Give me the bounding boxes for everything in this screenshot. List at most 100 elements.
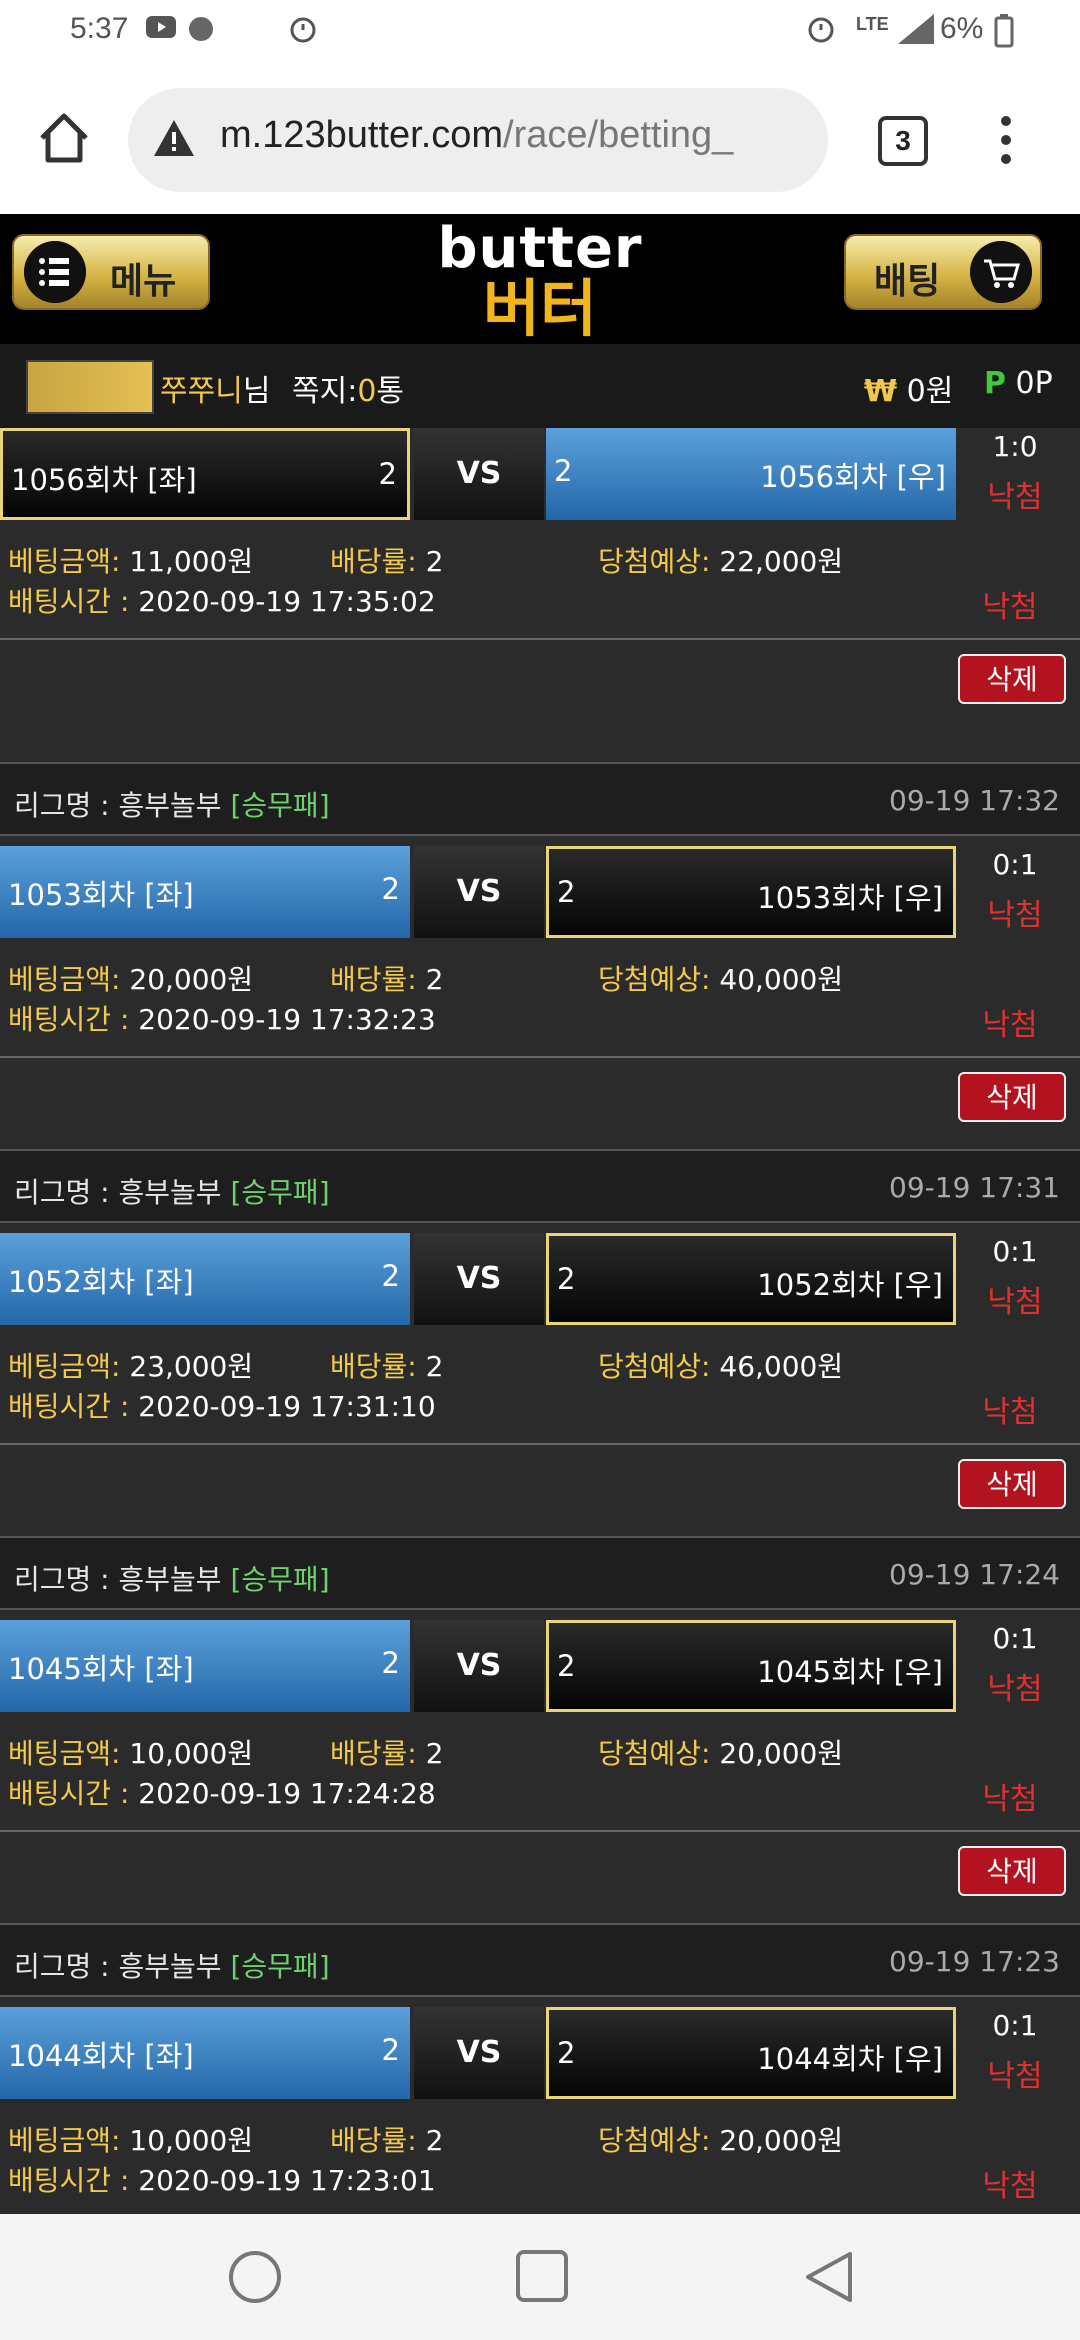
vs-label: VS — [414, 846, 544, 938]
match-score: 1:0 — [992, 430, 1038, 463]
expected-value: 22,000원 — [719, 545, 844, 578]
match-result: 낙첨 — [987, 480, 1043, 515]
team-name: 1045회차 [우] — [757, 1655, 943, 1689]
expected-label: 당첨예상: — [598, 963, 711, 996]
league-type: [승무패] — [230, 1563, 330, 1596]
app-notification-icon — [189, 17, 213, 41]
address-bar[interactable]: m.123butter.com/race/betting_ — [128, 88, 828, 192]
betting-cart-button[interactable]: 배팅 — [844, 234, 1042, 310]
odds-label: 배당률: — [330, 545, 417, 578]
bet-amount: 베팅금액: 10,000원 — [8, 1732, 253, 1772]
game-time: 09-19 17:23 — [889, 1945, 1060, 1978]
browser-toolbar: m.123butter.com/race/betting_ 3 — [0, 64, 1080, 214]
expected-win: 당첨예상: 20,000원 — [598, 1732, 843, 1772]
menu-button[interactable]: 메뉴 — [12, 234, 210, 310]
bet-amount-value: 20,000원 — [129, 963, 254, 996]
bet-odds: 배당률: 2 — [330, 1345, 443, 1385]
bet-amount-value: 10,000원 — [129, 2124, 254, 2157]
league-label: 리그명 : — [14, 789, 110, 822]
delete-button[interactable]: 삭제 — [958, 1459, 1066, 1509]
tab-switcher-button[interactable]: 3 — [878, 116, 928, 166]
left-team[interactable]: 1056회차 [좌] 2 — [0, 428, 410, 520]
league-row: 리그명 : 흥부놀부 [승무패] 09-19 17:32 — [0, 762, 1080, 836]
delete-button[interactable]: 삭제 — [958, 654, 1066, 704]
bet-status: 낙첨 — [982, 1395, 1038, 1430]
user-info-bar: 쭈쭈니님 쪽지:0통 ₩ 0원 P 0P — [0, 344, 1080, 428]
points-value: 0P — [1015, 366, 1053, 401]
league-name-value: 흥부놀부 — [118, 1563, 222, 1596]
recents-circle-icon[interactable] — [226, 2248, 284, 2306]
odds-label: 배당률: — [330, 963, 417, 996]
odds-label: 배당률: — [330, 2124, 417, 2157]
logo-korean: 버터 — [482, 272, 598, 345]
bet-status: 낙첨 — [982, 1008, 1038, 1043]
expected-label: 당첨예상: — [598, 545, 711, 578]
left-team[interactable]: 1053회차 [좌] 2 — [0, 846, 410, 938]
home-square-icon[interactable] — [514, 2248, 570, 2304]
network-type: LTE — [856, 14, 889, 34]
bet-amount: 베팅금액: 10,000원 — [8, 2119, 253, 2159]
alarm-icon — [290, 17, 316, 43]
left-team[interactable]: 1052회차 [좌] 2 — [0, 1233, 410, 1325]
delete-button[interactable]: 삭제 — [958, 1072, 1066, 1122]
url-host: m.123butter.com — [220, 114, 504, 156]
league-label: 리그명 : — [14, 1563, 110, 1596]
delete-row: 삭제 — [0, 1445, 1080, 1521]
bet-time: 배팅시간 : 2020-09-19 17:32:23 — [8, 998, 436, 1038]
message-count[interactable]: 쪽지:0통 — [292, 366, 404, 410]
league-name-value: 흥부놀부 — [118, 1950, 222, 1983]
message-number: 0 — [357, 374, 377, 409]
right-team[interactable]: 2 1044회차 [우] — [546, 2007, 956, 2099]
league-name: 리그명 : 흥부놀부 [승무패] — [14, 1945, 330, 1985]
left-team[interactable]: 1045회차 [좌] 2 — [0, 1620, 410, 1712]
home-icon[interactable] — [34, 108, 94, 168]
game-time: 09-19 17:31 — [889, 1171, 1060, 1204]
odds-value: 2 — [425, 2124, 444, 2157]
team-odds: 2 — [557, 875, 576, 909]
user-level-badge — [26, 360, 154, 414]
right-team[interactable]: 2 1045회차 [우] — [546, 1620, 956, 1712]
bet-status: 낙첨 — [982, 2169, 1038, 2204]
match-row: 1053회차 [좌] 2 VS 2 1053회차 [우] 0:1 낙첨 — [0, 846, 1080, 938]
bet-time-value: 2020-09-19 17:24:28 — [138, 1777, 436, 1810]
bet-amount: 베팅금액: 23,000원 — [8, 1345, 253, 1385]
match-score: 0:1 — [992, 1235, 1038, 1268]
league-name: 리그명 : 흥부놀부 [승무패] — [14, 1171, 330, 1211]
url-path: /race/betting_ — [503, 114, 734, 156]
match-score: 0:1 — [992, 848, 1038, 881]
right-team[interactable]: 2 1052회차 [우] — [546, 1233, 956, 1325]
battery-icon — [994, 14, 1014, 48]
odds-value: 2 — [425, 545, 444, 578]
bet-status: 낙첨 — [982, 590, 1038, 625]
bet-time: 배팅시간 : 2020-09-19 17:31:10 — [8, 1385, 436, 1425]
left-team[interactable]: 1044회차 [좌] 2 — [0, 2007, 410, 2099]
team-odds: 2 — [378, 457, 397, 491]
more-menu-icon[interactable] — [998, 116, 1014, 166]
signal-icon — [898, 14, 934, 44]
team-name: 1044회차 [좌] — [8, 2039, 194, 2073]
battery-percent: 6% — [940, 12, 984, 45]
right-team[interactable]: 2 1056회차 [우] — [546, 428, 956, 520]
site-logo[interactable]: butter 버터 — [420, 220, 660, 340]
team-name: 1053회차 [좌] — [8, 878, 194, 912]
team-odds: 2 — [381, 1259, 400, 1293]
match-score: 0:1 — [992, 2009, 1038, 2042]
bet-time-value: 2020-09-19 17:35:02 — [138, 585, 436, 618]
won-icon: ₩ — [864, 374, 898, 409]
bet-odds: 배당률: 2 — [330, 540, 443, 580]
league-name: 리그명 : 흥부놀부 [승무패] — [14, 784, 330, 824]
back-icon[interactable] — [800, 2248, 860, 2306]
username[interactable]: 쭈쭈니님 — [160, 366, 270, 410]
bet-time-label: 배팅시간 : — [8, 2164, 130, 2197]
cart-icon — [970, 241, 1032, 303]
right-team[interactable]: 2 1053회차 [우] — [546, 846, 956, 938]
bet-amount-label: 베팅금액: — [8, 545, 121, 578]
clock: 5:37 — [70, 12, 129, 45]
expected-win: 당첨예상: 22,000원 — [598, 540, 843, 580]
game-time: 09-19 17:24 — [889, 1558, 1060, 1591]
delete-button[interactable]: 삭제 — [958, 1846, 1066, 1896]
vs-label: VS — [414, 2007, 544, 2099]
username-value: 쭈쭈니 — [160, 374, 243, 409]
match-row: 1056회차 [좌] 2 VS 2 1056회차 [우] 1:0 낙첨 — [0, 428, 1080, 520]
team-odds: 2 — [557, 1649, 576, 1683]
